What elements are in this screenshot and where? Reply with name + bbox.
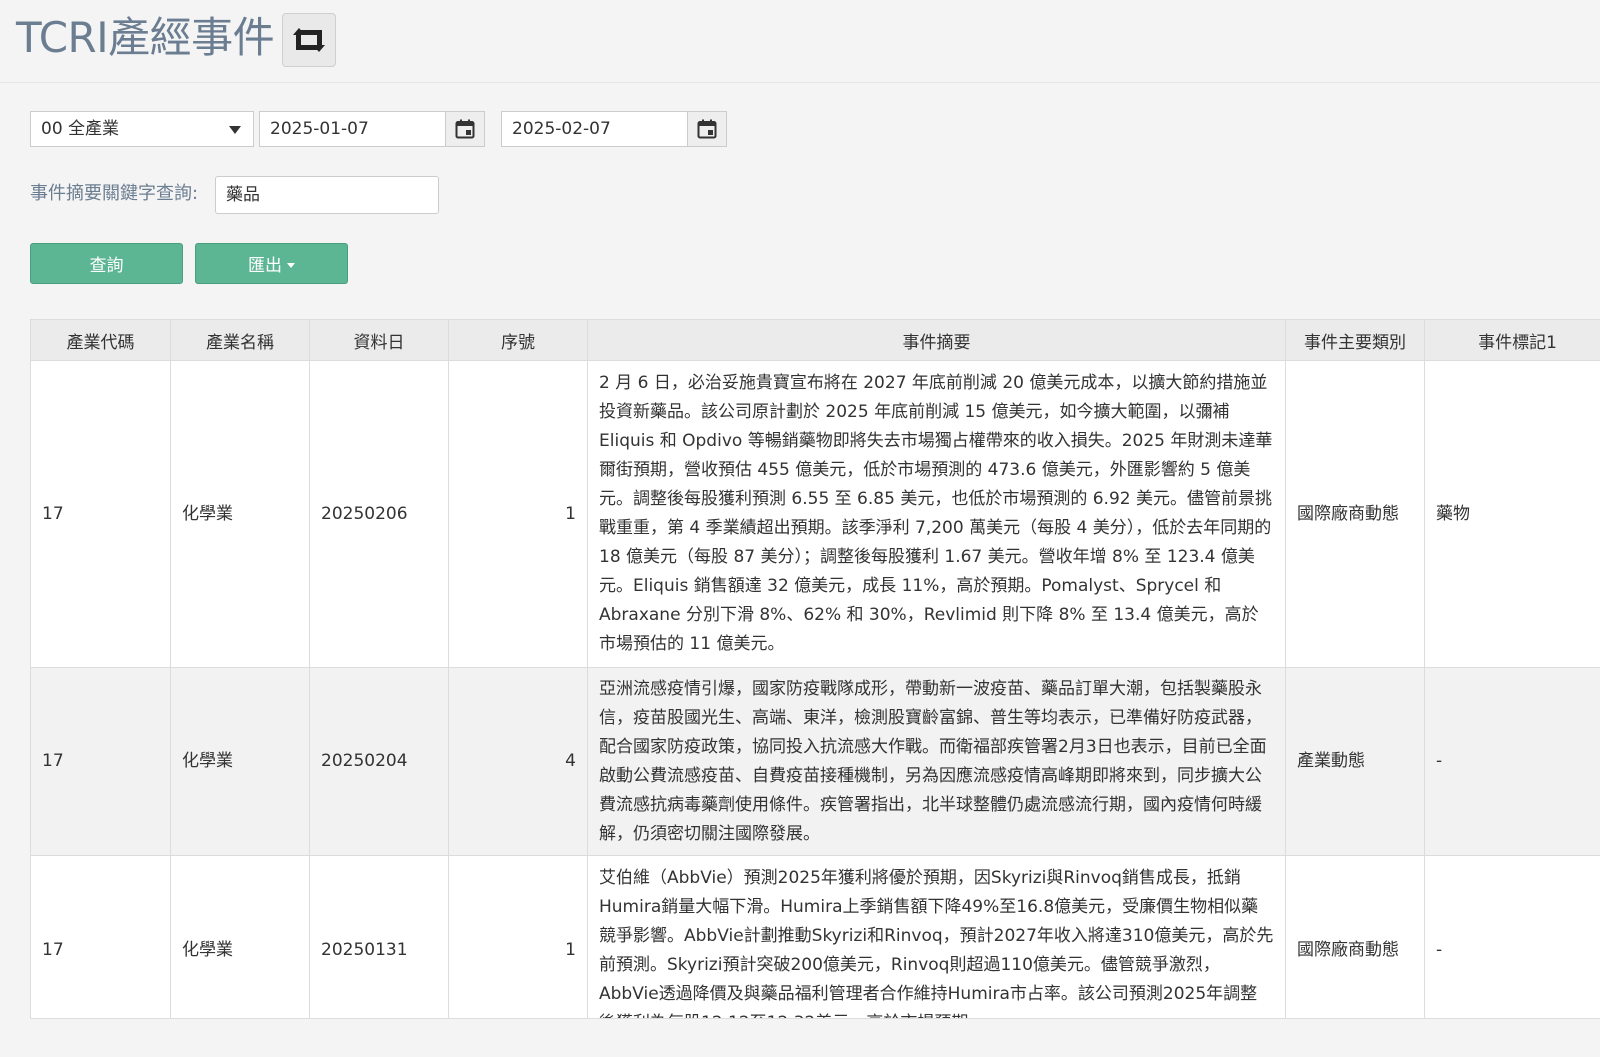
page-header: TCRI產經事件: [0, 0, 1600, 83]
keyword-label: 事件摘要關鍵字查詢:: [30, 183, 199, 204]
column-header-category[interactable]: 事件主要類別: [1285, 319, 1425, 361]
column-header-industry-code[interactable]: 產業代碼: [30, 319, 171, 361]
cell-summary: 亞洲流感疫情引爆，國家防疫戰隊成形，帶動新一波疫苗、藥品訂單大潮，包括製藥股永信…: [587, 667, 1286, 856]
cell-sequence: 1: [448, 855, 588, 1018]
caret-down-icon: [287, 262, 295, 268]
cell-sequence: 4: [448, 667, 588, 856]
industry-select[interactable]: 00 全產業: [30, 111, 254, 147]
table-row[interactable]: 17 化學業 20250131 1 艾伯維（AbbVie）預測2025年獲利將優…: [30, 855, 1600, 1018]
table-row[interactable]: 17 化學業 20250204 4 亞洲流感疫情引爆，國家防疫戰隊成形，帶動新一…: [30, 667, 1600, 856]
column-header-summary[interactable]: 事件摘要: [587, 319, 1286, 361]
column-header-sequence[interactable]: 序號: [448, 319, 588, 361]
retweet-icon: [293, 28, 325, 52]
cell-data-date: 20250206: [309, 360, 449, 668]
calendar-icon: [455, 119, 475, 139]
end-date-picker: 2025-02-07: [501, 111, 727, 147]
cell-industry-code: 17: [30, 855, 171, 1018]
table-row[interactable]: 17 化學業 20250206 1 2 月 6 日，必治妥施貴寶宣布將在 202…: [30, 360, 1600, 668]
keyword-input[interactable]: 藥品: [215, 176, 439, 214]
cell-industry-code: 17: [30, 667, 171, 856]
filter-bar: 00 全產業 2025-01-07 - 2025-02-07: [30, 111, 730, 149]
cell-industry-name: 化學業: [170, 855, 310, 1018]
query-button[interactable]: 查詢: [30, 243, 183, 284]
cell-tag1: -: [1424, 855, 1600, 1018]
cell-category: 國際廠商動態: [1285, 855, 1425, 1018]
events-table-container[interactable]: 產業代碼 產業名稱 資料日 序號 事件摘要 事件主要類別 事件標記1 17 化學…: [30, 319, 1600, 1019]
start-date-calendar-button[interactable]: [445, 112, 484, 146]
events-table: 產業代碼 產業名稱 資料日 序號 事件摘要 事件主要類別 事件標記1 17 化學…: [30, 319, 1600, 1018]
export-dropdown-button[interactable]: 匯出: [195, 243, 348, 284]
cell-industry-name: 化學業: [170, 360, 310, 668]
industry-select-value: 00 全產業: [41, 119, 120, 139]
cell-category: 國際廠商動態: [1285, 360, 1425, 668]
cell-data-date: 20250131: [309, 855, 449, 1018]
page-title: TCRI產經事件: [16, 13, 275, 62]
cell-category: 產業動態: [1285, 667, 1425, 856]
table-header-row: 產業代碼 產業名稱 資料日 序號 事件摘要 事件主要類別 事件標記1: [30, 319, 1600, 361]
query-button-label: 查詢: [89, 256, 124, 276]
end-date-calendar-button[interactable]: [687, 112, 726, 146]
cell-tag1: 藥物: [1424, 360, 1600, 668]
cell-summary: 艾伯維（AbbVie）預測2025年獲利將優於預期，因Skyrizi與Rinvo…: [587, 855, 1286, 1018]
column-header-tag1[interactable]: 事件標記1: [1424, 319, 1600, 361]
cell-summary: 2 月 6 日，必治妥施貴寶宣布將在 2027 年底前削減 20 億美元成本，以…: [587, 360, 1286, 668]
start-date-picker: 2025-01-07: [259, 111, 485, 147]
column-header-data-date[interactable]: 資料日: [309, 319, 449, 361]
calendar-icon: [697, 119, 717, 139]
export-button-label: 匯出: [248, 256, 282, 276]
keyword-search-row: 事件摘要關鍵字查詢: 藥品: [30, 176, 450, 216]
refresh-button[interactable]: [282, 13, 336, 67]
cell-industry-code: 17: [30, 360, 171, 668]
cell-industry-name: 化學業: [170, 667, 310, 856]
start-date-input[interactable]: 2025-01-07: [260, 112, 446, 146]
end-date-input[interactable]: 2025-02-07: [502, 112, 688, 146]
cell-tag1: -: [1424, 667, 1600, 856]
cell-data-date: 20250204: [309, 667, 449, 856]
cell-sequence: 1: [448, 360, 588, 668]
caret-down-icon: [229, 126, 241, 134]
column-header-industry-name[interactable]: 產業名稱: [170, 319, 310, 361]
